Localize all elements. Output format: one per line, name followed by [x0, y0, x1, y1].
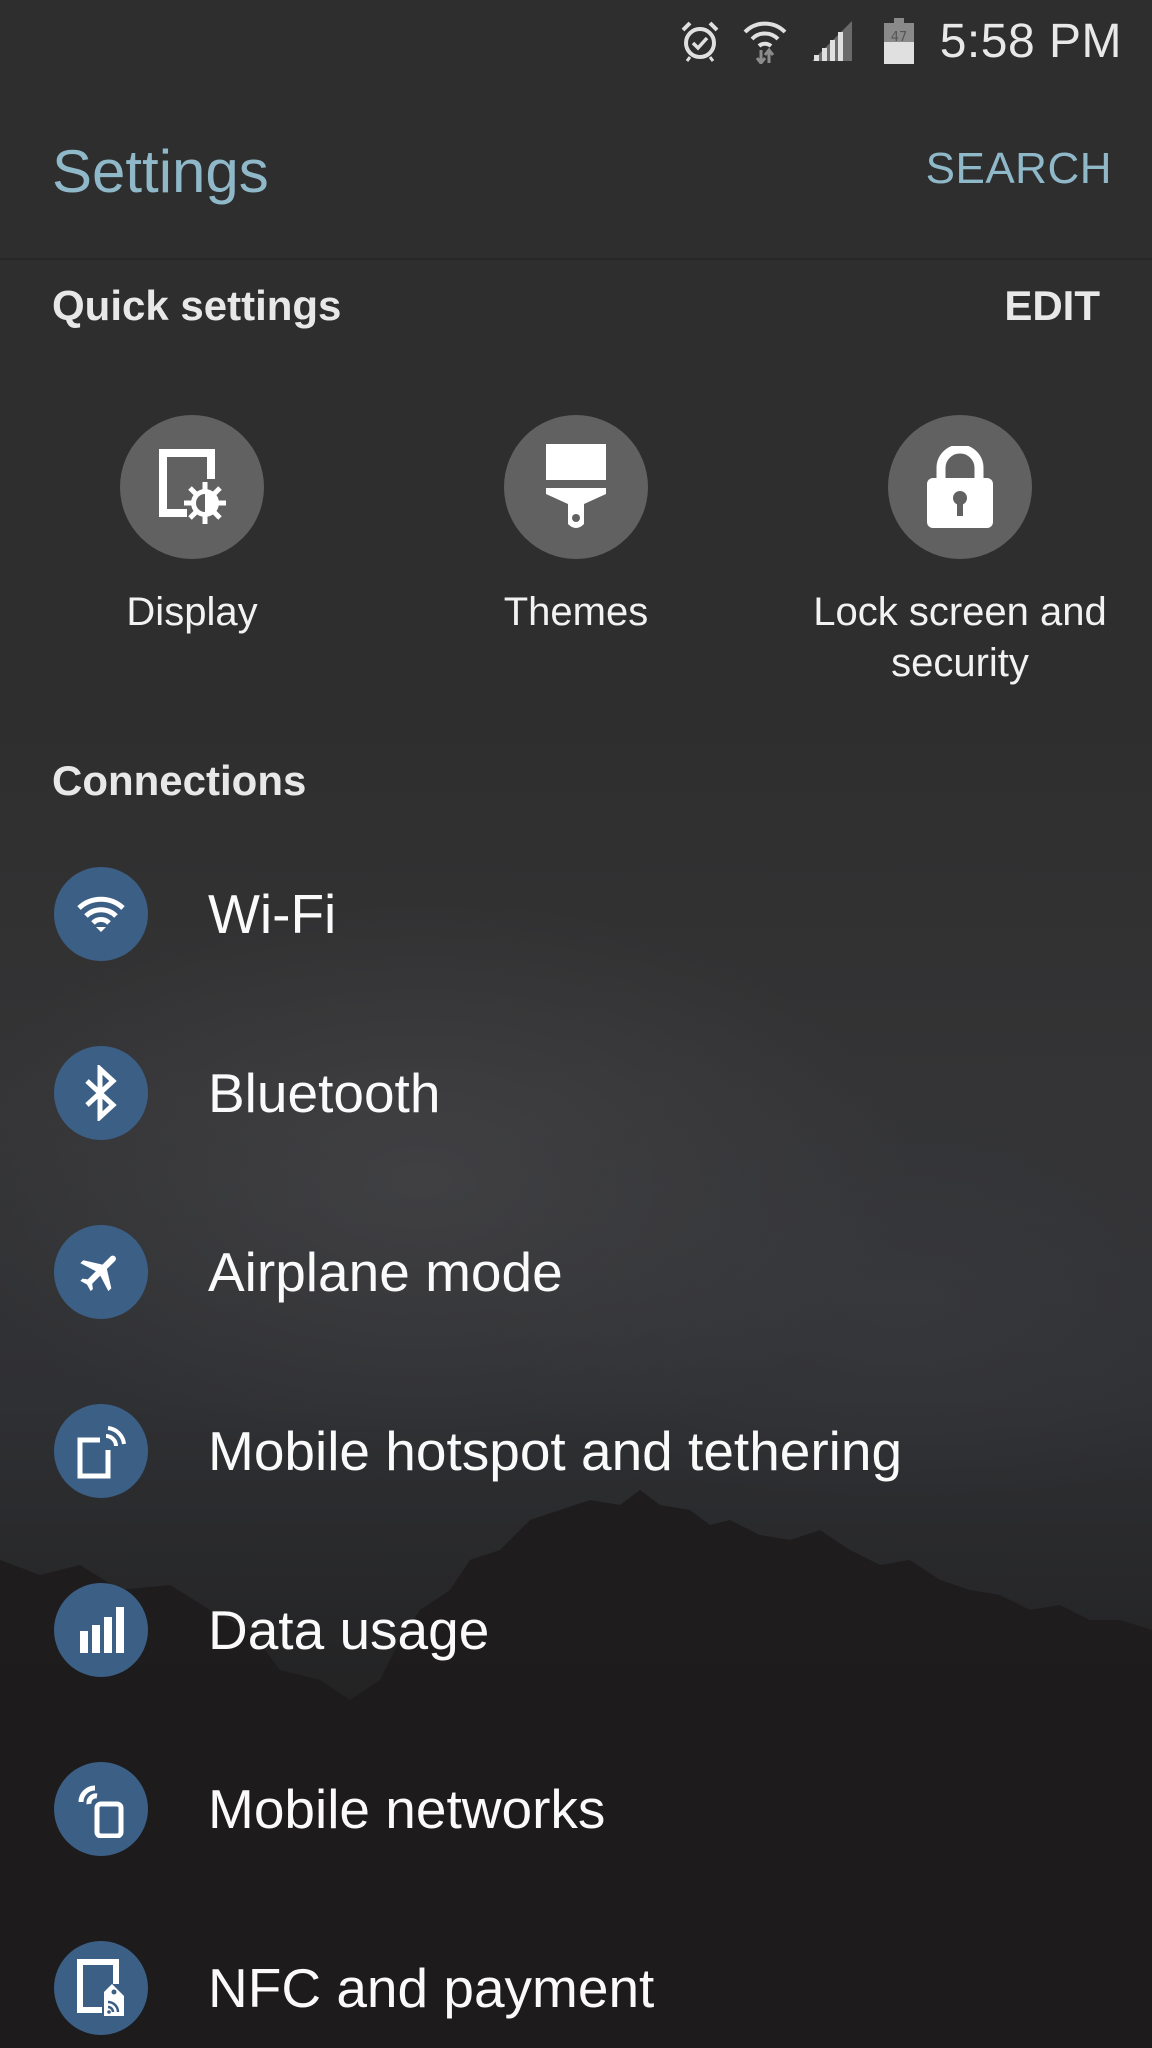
list-item-label: Data usage	[208, 1599, 490, 1661]
list-item-mobile-networks[interactable]: Mobile networks	[54, 1761, 1114, 1857]
list-item-label: Wi-Fi	[208, 883, 337, 945]
list-item-label: Mobile hotspot and tethering	[208, 1420, 903, 1482]
list-item-label: Mobile networks	[208, 1778, 606, 1840]
lock-icon	[888, 415, 1032, 559]
status-time: 5:58 PM	[939, 14, 1122, 68]
list-item-bluetooth[interactable]: Bluetooth	[54, 1045, 1114, 1141]
airplane-icon	[54, 1225, 148, 1319]
list-item-nfc-payment[interactable]: NFC and payment	[54, 1940, 1114, 2036]
wifi-data-icon	[742, 18, 788, 64]
quick-setting-label: Lock screen and security	[813, 590, 1107, 685]
quick-setting-label: Themes	[503, 590, 649, 634]
quick-setting-themes[interactable]: Themes	[416, 415, 736, 638]
page-title: Settings	[52, 138, 269, 205]
cell-signal-icon	[810, 19, 854, 63]
list-item-label: Bluetooth	[208, 1062, 441, 1124]
list-item-mobile-hotspot[interactable]: Mobile hotspot and tethering	[54, 1403, 1114, 1499]
alarm-icon	[680, 20, 720, 62]
edit-button[interactable]: EDIT	[1004, 282, 1100, 330]
battery-level-text: 47	[890, 30, 907, 45]
list-item-airplane-mode[interactable]: Airplane mode	[54, 1224, 1114, 1320]
quick-setting-display[interactable]: Display	[32, 415, 352, 638]
connections-title: Connections	[52, 757, 307, 804]
nfc-payment-icon	[54, 1941, 148, 2035]
search-button[interactable]: SEARCH	[926, 144, 1112, 194]
data-usage-icon	[54, 1583, 148, 1677]
mobile-networks-icon	[54, 1762, 148, 1856]
battery-icon: 47	[883, 18, 914, 64]
list-item-label: NFC and payment	[208, 1957, 655, 2019]
list-item-wifi[interactable]: Wi-Fi	[54, 866, 1114, 962]
display-settings-icon	[120, 415, 264, 559]
app-bar: Settings SEARCH	[0, 82, 1152, 260]
quick-setting-label: Display	[126, 590, 258, 634]
quick-settings-title: Quick settings	[52, 282, 342, 329]
paint-brush-icon	[504, 415, 648, 559]
quick-setting-lock-screen[interactable]: Lock screen and security	[800, 415, 1120, 689]
wifi-icon	[54, 867, 148, 961]
list-item-label: Airplane mode	[208, 1241, 563, 1303]
list-item-data-usage[interactable]: Data usage	[54, 1582, 1114, 1678]
status-bar: 47 5:58 PM	[0, 0, 1152, 82]
hotspot-icon	[54, 1404, 148, 1498]
bluetooth-icon	[54, 1046, 148, 1140]
